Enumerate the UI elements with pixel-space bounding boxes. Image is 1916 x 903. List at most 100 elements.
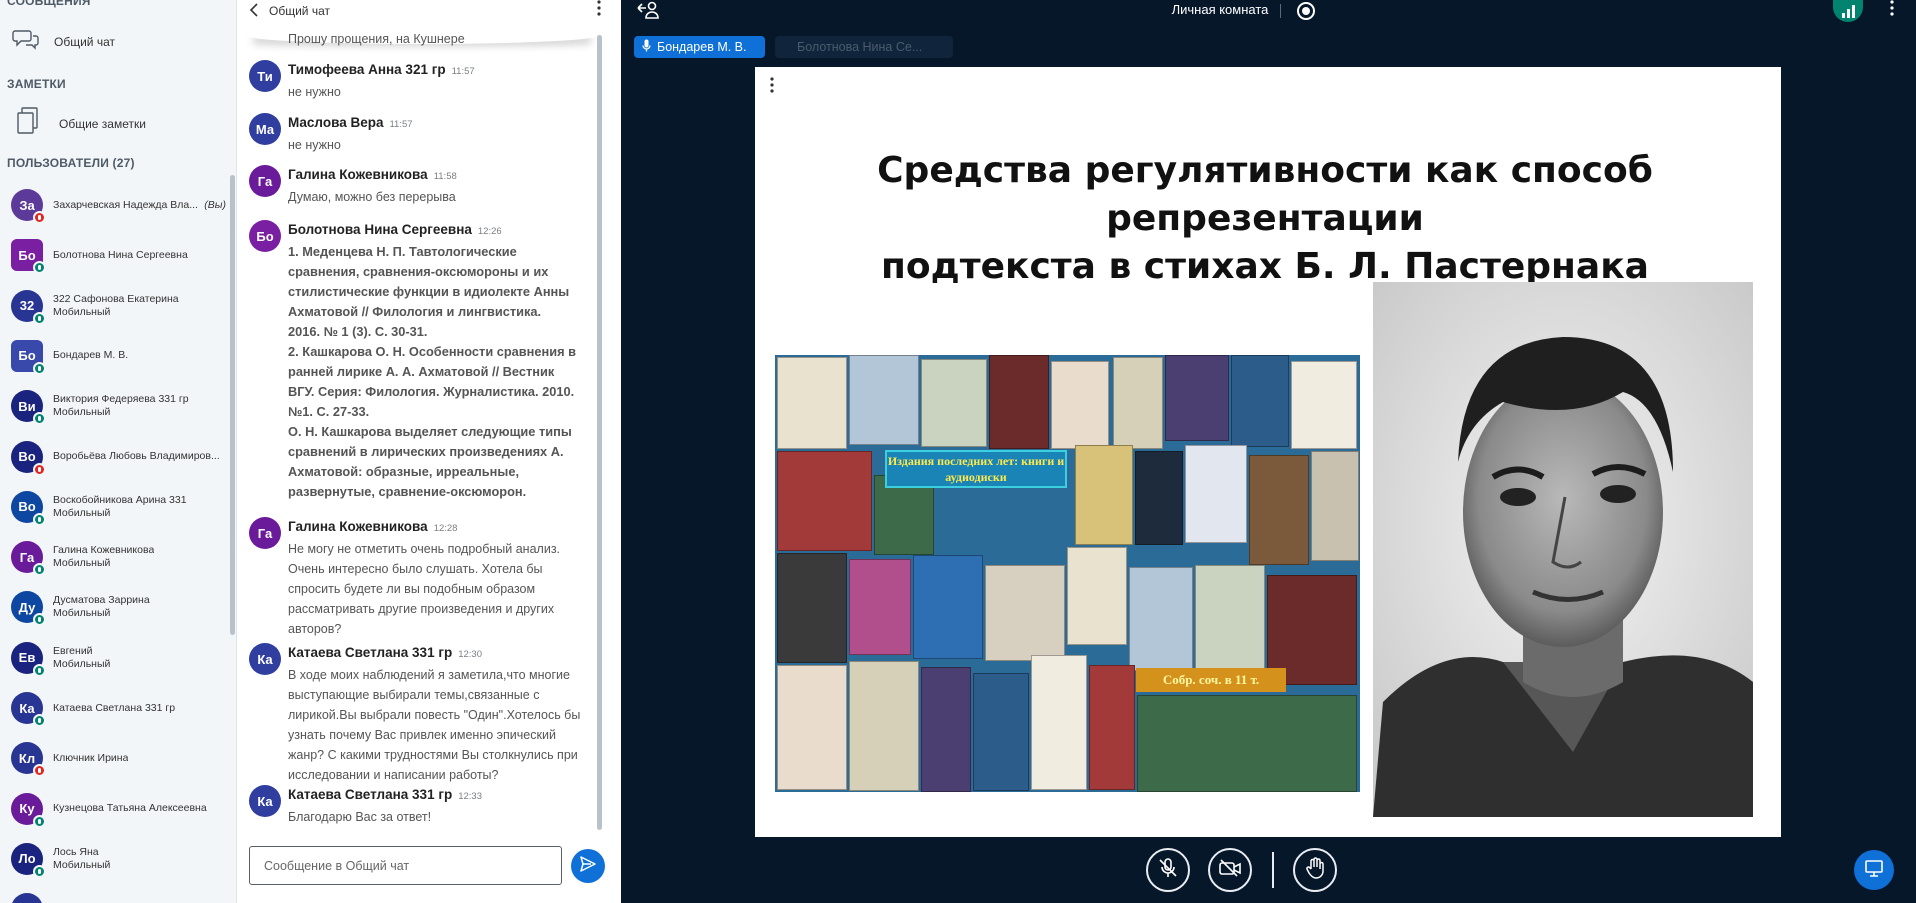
user-list-item[interactable]: Ду Дусматова Заррина Мобильный — [0, 584, 230, 630]
user-list-item[interactable]: Ка Катаева Светлана 331 гр — [0, 685, 230, 731]
message-author: Болотнова Нина Сергеевна — [288, 222, 472, 237]
book-cover — [1185, 445, 1247, 543]
avatar-initials: Бо — [18, 348, 36, 364]
you-label: (Вы) — [204, 199, 226, 211]
user-info: Галина Кожевникова Мобильный — [53, 544, 154, 570]
message-text: В ходе моих наблюдений я заметила,что мн… — [288, 665, 598, 785]
user-list-item[interactable]: Кл Ключник Ирина — [0, 735, 230, 781]
record-icon[interactable] — [1297, 2, 1315, 20]
message-line: О. Н. Кашкарова выделяет следующие типы — [288, 424, 572, 439]
user-leave-icon[interactable] — [637, 0, 659, 25]
pasternak-portrait — [1373, 282, 1753, 817]
message-text: 1. Меденцева Н. П. Тавтологические сравне… — [288, 242, 598, 502]
book-cover — [1231, 355, 1289, 447]
message-header: Болотнова Нина Сергеевна 12:26 — [288, 222, 502, 237]
message-line: ВГУ. Серия: Филология. Журналистика. 201… — [288, 384, 575, 399]
chat-message-input[interactable]: Сообщение в Общий чат — [249, 846, 562, 885]
public-chat-label: Общий чат — [54, 34, 115, 49]
chat-panel: Общий чат Прошу прощения, на Кушнере Ти Т… — [237, 0, 621, 903]
user-list-item[interactable]: Во Воробьёва Любовь Владимиров... — [0, 434, 230, 480]
message-line: развернутые, сравнение-оксюморон. — [288, 484, 527, 499]
user-list-item[interactable]: Бо Болотнова Нина Сергеевна — [0, 232, 230, 278]
message-time: 11:57 — [451, 66, 475, 77]
avatar-initials: Ма — [255, 121, 275, 137]
avatar-initials: Ви — [18, 398, 36, 414]
message-time: 12:28 — [433, 523, 458, 534]
message-time: 12:26 — [477, 226, 502, 237]
user-list-scrollbar[interactable] — [230, 175, 235, 635]
avatar: Ма — [249, 113, 281, 145]
message-line: Думаю, можно без перерыва — [288, 190, 456, 204]
user-status: Мобильный — [53, 506, 111, 519]
chat-title: Общий чат — [269, 4, 330, 18]
mic-status-icon — [33, 311, 46, 325]
mic-status-icon — [33, 864, 46, 878]
message-header: Галина Кожевникова 11:58 — [288, 167, 457, 182]
user-info: Дусматова Заррина Мобильный — [53, 594, 150, 620]
user-list-item[interactable]: ЛуЛутаева Вероника 322 — [0, 886, 230, 903]
mic-status-icon — [33, 211, 46, 224]
avatar-initials: Ти — [257, 68, 273, 84]
send-button[interactable] — [571, 849, 605, 883]
book-cover — [849, 661, 919, 791]
user-info: Виктория Федеряева 331 гр Мобильный — [53, 393, 189, 419]
message-line: Ахматовой // Филология и лингвистика. — [288, 304, 542, 319]
book-cover — [1089, 665, 1135, 790]
secondary-talking-pill[interactable]: Болотнова Нина Се... — [775, 36, 953, 58]
user-list-item[interactable]: 32 322 Сафонова Екатерина Мобильный — [0, 283, 230, 329]
user-name: Болотнова Нина Сергеевна — [53, 248, 188, 261]
message-author: Маслова Вера — [288, 115, 384, 130]
user-info: Воскобойникова Арина 331 Мобильный — [53, 494, 187, 520]
avatar: Га — [11, 541, 46, 577]
avatar: Бо — [249, 220, 281, 252]
options-dots-icon[interactable] — [1890, 0, 1894, 21]
message-line: В ходе моих наблюдений я заметила,что мн… — [288, 668, 570, 682]
message-author: Катаева Светлана 331 гр — [288, 645, 453, 660]
message-line: 2016. № 1 (3). С. 30-31. — [288, 324, 428, 339]
chevron-left-icon[interactable] — [249, 2, 259, 20]
message-line: №1. С. 27-33. — [288, 404, 370, 419]
user-list-item[interactable]: Ев Евгений Мобильный — [0, 635, 230, 681]
microphone-icon — [642, 39, 651, 55]
camera-button[interactable] — [1208, 848, 1252, 892]
user-status: Мобильный — [53, 858, 111, 871]
avatar: Ка — [249, 785, 281, 817]
mute-mic-button[interactable] — [1146, 848, 1190, 892]
message-header: Катаева Светлана 331 гр 12:33 — [288, 787, 482, 802]
book-cover — [1137, 695, 1357, 792]
presentation-toggle-button[interactable] — [1854, 850, 1894, 890]
mic-status-icon — [33, 412, 46, 426]
chat-header: Общий чат — [237, 0, 621, 22]
user-list-item[interactable]: Ку Кузнецова Татьяна Алексеевна — [0, 786, 230, 832]
partial-message-text: Прошу прощения, на Кушнере — [288, 32, 465, 46]
chat-options-icon[interactable] — [597, 0, 601, 21]
avatar-initials: Бо — [18, 247, 36, 263]
avatar: За — [11, 189, 46, 224]
shared-notes-item[interactable]: Общие заметки — [4, 107, 146, 140]
message-time: 12:33 — [458, 791, 482, 802]
public-chat-item[interactable]: Общий чат — [0, 28, 115, 55]
user-name: Бондарев М. В. — [53, 349, 129, 362]
collage-banner: Издания последних лет: книги и аудиодиск… — [885, 450, 1067, 488]
slide-options-icon[interactable] — [770, 77, 774, 98]
book-cover — [1129, 567, 1193, 671]
user-list-item[interactable]: Ви Виктория Федеряева 331 гр Мобильный — [0, 383, 230, 429]
collage-banner-collected-works: Собр. соч. в 11 т. — [1136, 668, 1286, 692]
user-list-item[interactable]: Га Галина Кожевникова Мобильный — [0, 534, 230, 580]
mic-status-icon — [33, 714, 46, 727]
mic-status-icon — [33, 563, 46, 577]
raise-hand-button[interactable] — [1293, 848, 1337, 892]
mic-status-icon — [33, 261, 46, 275]
user-list-item[interactable]: Бо Бондарев М. В. — [0, 333, 230, 379]
avatar: Ка — [249, 643, 281, 675]
connection-bars-icon[interactable] — [1833, 0, 1863, 22]
user-list-item[interactable]: Во Воскобойникова Арина 331 Мобильный — [0, 484, 230, 530]
chat-scrollbar[interactable] — [597, 35, 602, 830]
raise-hand-icon — [1305, 856, 1325, 884]
avatar-initials: Га — [19, 549, 35, 565]
user-name: Евгений — [53, 644, 93, 657]
user-list-item[interactable]: За Захарчевская Надежда Вла... (Вы) — [0, 182, 230, 228]
presenter-talking-pill[interactable]: Бондарев М. В. — [634, 36, 765, 58]
message-line: Ахматовой: образные, ирреальные, — [288, 464, 520, 479]
user-list-item[interactable]: Ло Лось Яна Мобильный — [0, 836, 230, 882]
